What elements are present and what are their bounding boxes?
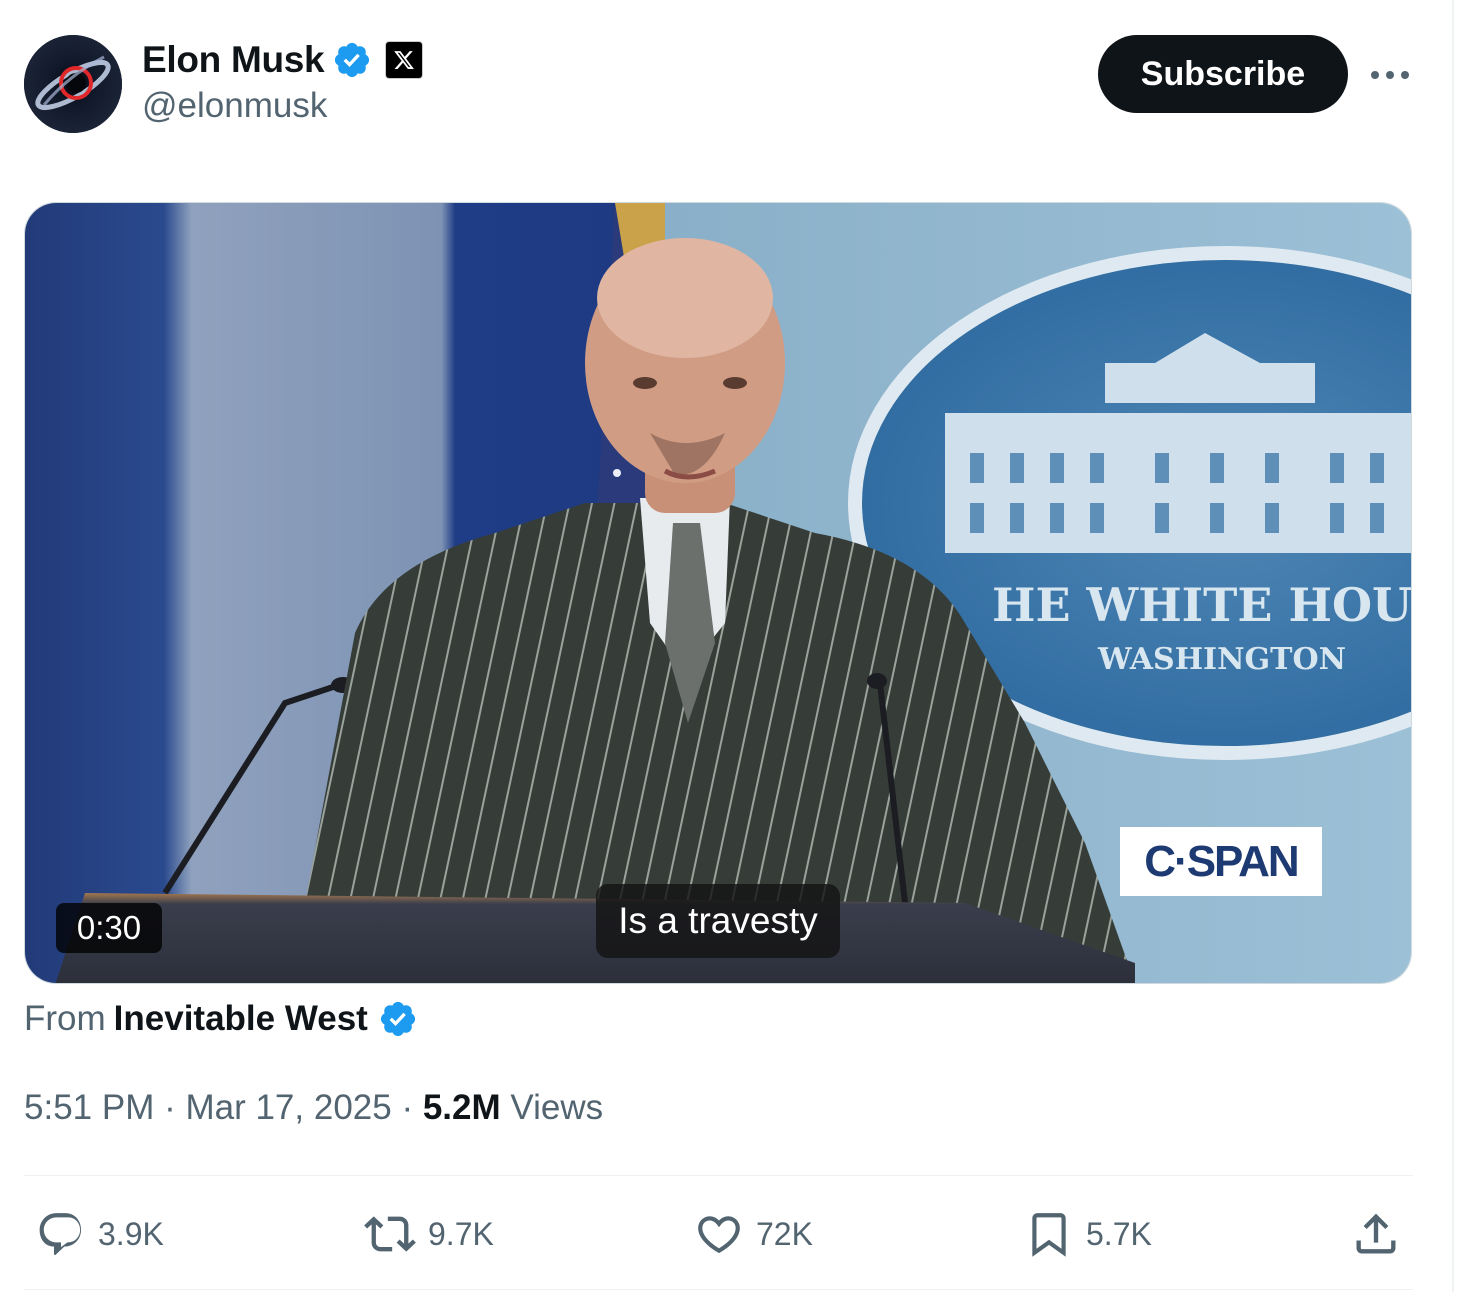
divider [24,1175,1413,1176]
cspan-watermark: C·SPAN [1120,827,1322,896]
share-icon [1356,1213,1396,1254]
bookmark-count: 5.7K [1086,1215,1152,1252]
post-date[interactable]: Mar 17, 2025 [185,1088,391,1127]
seal-title-text: HE WHITE HOU [992,578,1413,632]
video-duration-badge: 0:30 [56,903,162,953]
divider [24,1289,1413,1290]
views-count: 5.2M [422,1088,501,1127]
verified-badge-icon [380,1001,415,1037]
author-name[interactable]: Elon Musk [142,39,325,81]
heart-icon [698,1216,740,1254]
author-handle[interactable]: @elonmusk [142,86,327,126]
author-avatar[interactable] [24,35,122,133]
seal-subtitle-text: WASHINGTON [1098,642,1347,677]
column-border [1452,0,1454,1292]
more-dots-icon[interactable] [1368,58,1412,92]
repost-count: 9.7K [428,1215,494,1252]
author-name-row: Elon Musk [142,36,423,84]
like-button[interactable]: 72K [694,1206,813,1262]
video-caption: Is a travesty [596,884,840,958]
reply-count: 3.9K [98,1215,164,1252]
repost-icon [364,1216,416,1252]
share-button[interactable] [1350,1206,1402,1262]
post-meta: 5:51 PM · Mar 17, 2025 · 5.2M Views [24,1088,603,1128]
meta-separator: · [154,1088,186,1127]
meta-separator: · [391,1088,423,1127]
post-time[interactable]: 5:51 PM [24,1088,154,1127]
repost-button[interactable]: 9.7K [364,1206,494,1262]
reply-button[interactable]: 3.9K [36,1206,164,1262]
bookmark-icon [1032,1213,1066,1257]
video-source-attribution: From Inevitable West [24,996,418,1042]
source-name[interactable]: Inevitable West [114,999,368,1039]
source-prefix: From [24,999,106,1038]
subscribe-button[interactable]: Subscribe [1098,35,1348,113]
bookmark-button[interactable]: 5.7K [1024,1206,1152,1262]
views-label: Views [500,1088,604,1127]
x-logo-icon [386,42,423,78]
like-count: 72K [756,1215,813,1252]
verified-badge-icon[interactable] [332,40,372,80]
reply-icon [39,1213,82,1255]
